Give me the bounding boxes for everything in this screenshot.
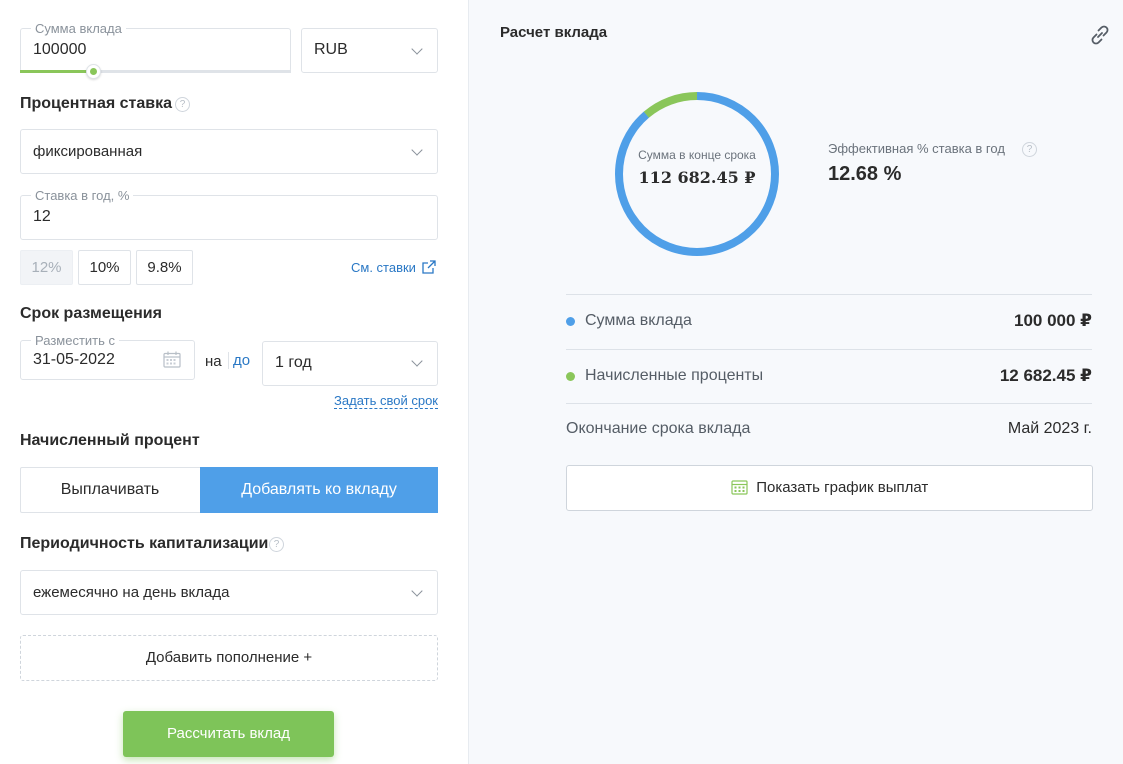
interest-section-title: Начисленный процент bbox=[20, 432, 200, 449]
currency-value: RUB bbox=[314, 41, 348, 58]
start-date-value: 31-05-2022 bbox=[33, 351, 115, 368]
interest-option-payout[interactable]: Выплачивать bbox=[20, 467, 200, 513]
interest-option-capitalize[interactable]: Добавлять ко вкладу bbox=[200, 467, 438, 513]
row-deposit-value: 100 000 ₽ bbox=[1013, 311, 1092, 330]
deposit-form: Сумма вклада 100000 RUB Процентная ставк… bbox=[0, 0, 468, 764]
capitalization-select[interactable]: ежемесячно на день вклада bbox=[20, 570, 438, 615]
term-section-title: Срок размещения bbox=[20, 305, 162, 322]
rate-per-year-field[interactable]: Ставка в год, % 12 bbox=[20, 188, 438, 240]
row-end-date-label: Окончание срока вклада bbox=[566, 420, 751, 437]
start-date-label: Разместить с bbox=[31, 333, 120, 348]
add-topup-button[interactable]: Добавить пополнение + bbox=[20, 635, 438, 681]
row-interest-label: Начисленные проценты bbox=[585, 367, 764, 384]
result-panel: Расчет вклада Сумма в конце срока 112 68… bbox=[468, 0, 1123, 764]
currency-select[interactable]: RUB bbox=[301, 28, 438, 73]
row-interest-value: 12 682.45 ₽ bbox=[999, 366, 1092, 385]
capitalization-section-title: Периодичность капитализации bbox=[20, 535, 269, 552]
rate-per-year-value: 12 bbox=[33, 208, 51, 225]
donut-label: Сумма в конце срока bbox=[638, 148, 756, 162]
rate-type-select[interactable]: фиксированная bbox=[20, 129, 438, 174]
deposit-amount-slider-track[interactable] bbox=[20, 70, 291, 73]
external-link-icon bbox=[422, 260, 437, 274]
chevron-down-icon bbox=[411, 144, 423, 156]
schedule-button-label: Показать график выплат bbox=[756, 479, 929, 496]
schedule-button[interactable]: Показать график выплат bbox=[566, 465, 1093, 511]
rate-chip-12[interactable]: 12% bbox=[20, 250, 73, 285]
see-rates-label: См. ставки bbox=[351, 260, 416, 275]
term-on-text: на bbox=[205, 353, 222, 370]
rate-section-title: Процентная ставка bbox=[20, 95, 172, 112]
deposit-legend-dot bbox=[566, 317, 575, 326]
result-title: Расчет вклада bbox=[500, 24, 608, 41]
interest-legend-dot bbox=[566, 372, 575, 381]
donut-value: 112 682.45 ₽ bbox=[638, 168, 756, 187]
divider bbox=[566, 349, 1092, 350]
deposit-amount-label: Сумма вклада bbox=[31, 21, 126, 36]
deposit-amount-field[interactable]: Сумма вклада 100000 bbox=[20, 21, 291, 72]
help-icon[interactable]: ? bbox=[269, 537, 284, 552]
start-date-field[interactable]: Разместить с 31-05-2022 bbox=[20, 333, 195, 380]
see-rates-link[interactable]: См. ставки bbox=[351, 259, 437, 277]
effective-rate-value: 12.68 % bbox=[828, 163, 902, 185]
chevron-down-icon bbox=[411, 43, 423, 55]
capitalization-value: ежемесячно на день вклада bbox=[33, 584, 230, 601]
calendar-icon[interactable] bbox=[163, 351, 181, 368]
calendar-icon bbox=[731, 480, 748, 495]
deposit-amount-slider-fill bbox=[20, 70, 94, 73]
term-period-select[interactable]: 1 год bbox=[262, 341, 438, 386]
divider bbox=[566, 403, 1092, 404]
calculate-button[interactable]: Рассчитать вклад bbox=[123, 711, 334, 757]
term-to-link[interactable]: до bbox=[228, 352, 250, 369]
help-icon[interactable]: ? bbox=[1022, 142, 1037, 157]
effective-rate-label: Эффективная % ставка в год bbox=[828, 141, 1005, 156]
chevron-down-icon bbox=[411, 585, 423, 597]
chevron-down-icon bbox=[411, 355, 423, 367]
link-icon[interactable] bbox=[1087, 22, 1113, 48]
divider bbox=[566, 294, 1092, 295]
rate-per-year-label: Ставка в год, % bbox=[31, 188, 134, 203]
rate-type-value: фиксированная bbox=[33, 143, 143, 160]
custom-term-link[interactable]: Задать свой срок bbox=[334, 393, 438, 409]
rate-chip-9-8[interactable]: 9.8% bbox=[136, 250, 193, 285]
deposit-amount-slider-thumb[interactable] bbox=[86, 64, 102, 79]
term-period-value: 1 год bbox=[275, 354, 312, 371]
row-end-date-value: Май 2023 г. bbox=[1007, 420, 1092, 437]
rate-chip-10[interactable]: 10% bbox=[78, 250, 131, 285]
row-deposit-label: Сумма вклада bbox=[585, 312, 692, 329]
help-icon[interactable]: ? bbox=[175, 97, 190, 112]
deposit-amount-value: 100000 bbox=[33, 41, 87, 58]
